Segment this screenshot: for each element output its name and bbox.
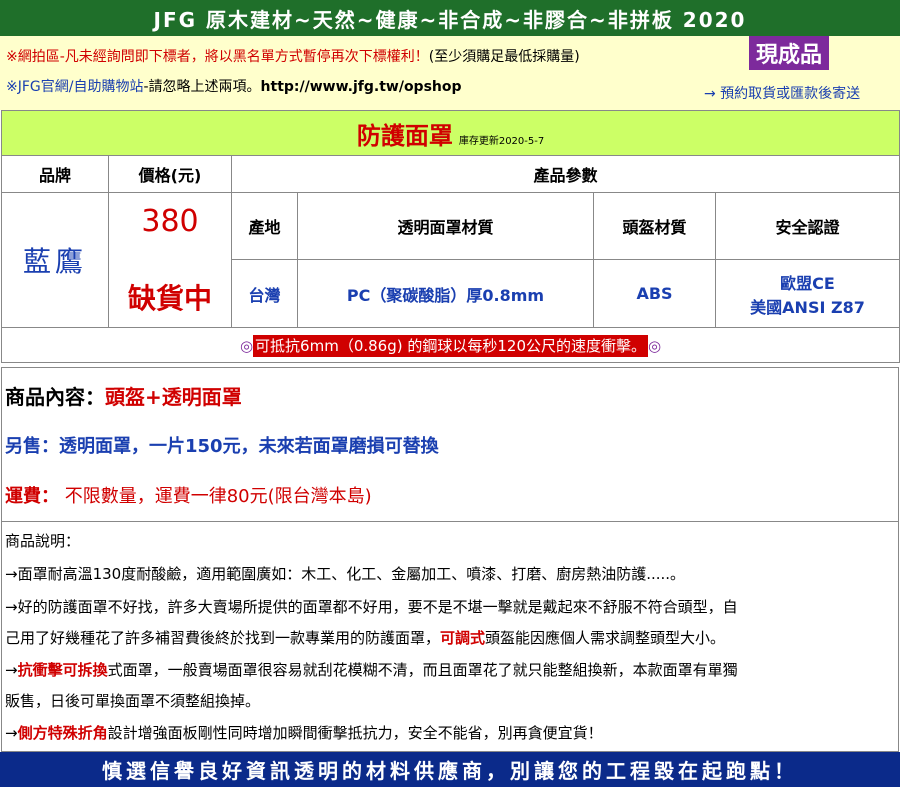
price-cell: 380 缺貨中 — [108, 192, 232, 328]
params-header: 產品參數 — [230, 155, 900, 193]
cert-eu: 歐盟CE — [780, 273, 835, 293]
out-of-stock-label: 缺貨中 — [127, 281, 212, 315]
arrow-mark: → — [5, 661, 18, 679]
description-text: 設計增強面板剛性同時增加瞬間衝擊抵抗力，安全不能省，別再貪便宜貨！ — [107, 724, 603, 742]
brand-name: 藍鷹 — [22, 245, 87, 278]
notice-panel: ※網拍區-凡未經詢問即下標者，將以黑名單方式暫停再次下標權利！(至少須購足最低採… — [0, 36, 900, 110]
blacklist-warning: 網拍區-凡未經詢問即下標者，將以黑名單方式暫停再次下標權利！ — [17, 49, 429, 65]
in-stock-badge: 現成品 — [749, 36, 829, 70]
helmet-material-value: ABS — [593, 259, 716, 328]
shield-material-header: 透明面罩材質 — [297, 192, 594, 260]
cert-us: 美國ANSI Z87 — [750, 297, 865, 317]
description-line: →好的防護面罩不好找，許多大賣場所提供的面罩都不好用，要不是不堪一擊就是戴起來不… — [5, 598, 738, 616]
ignore-note: -請忽略上述兩項。 — [143, 79, 261, 95]
origin-value: 台灣 — [231, 259, 298, 328]
description-line: →側方特殊折角設計增強面板剛性同時增加瞬間衝擊抵抗力，安全不能省，別再貪便宜貨！ — [5, 722, 603, 743]
notice-line-1: ※網拍區-凡未經詢問即下標者，將以黑名單方式暫停再次下標權利！(至少須購足最低採… — [6, 46, 580, 66]
description-line: 販售，日後可單換面罩不須整組換掉。 — [5, 692, 261, 710]
impact-rating-cell: ◎ 可抵抗6mm（0.86g) 的鋼球以每秒120公尺的速度衝擊。 ◎ — [0, 327, 900, 363]
adjustable-highlight: 可調式 — [440, 629, 486, 647]
brand-header: 品牌 — [1, 155, 109, 193]
stock-update-date: 庫存更新2020-5-7 — [458, 135, 545, 147]
package-contents-panel: 商品內容：頭盔+透明面罩 另售：透明面罩，一片150元，未來若面罩磨損可替換 運… — [1, 367, 899, 522]
minimum-purchase-note: (至少須購足最低採購量) — [428, 49, 580, 65]
notice-line-2: ※JFG官網/自助購物站-請忽略上述兩項。http://www.jfg.tw/o… — [6, 76, 462, 96]
product-title: 防護面罩 — [356, 121, 453, 150]
contents-line: 商品內容：頭盔+透明面罩 — [5, 381, 242, 410]
shipping-note: → 預約取貨或匯款後寄送 — [704, 86, 861, 102]
side-angle-highlight: 側方特殊折角 — [17, 724, 108, 742]
banner-text: JFG 原木建材~天然~健康~非合成~非膠合~非拼板 2020 — [153, 7, 747, 32]
helmet-material-header: 頭盔材質 — [593, 192, 716, 260]
description-line: →面罩耐高溫130度耐酸鹼，適用範圍廣如：木工、化工、金屬加工、噴漆、打磨、廚房… — [5, 565, 686, 583]
impact-rating-text: 可抵抗6mm（0.86g) 的鋼球以每秒120公尺的速度衝擊。 — [253, 334, 648, 357]
shop-url[interactable]: http://www.jfg.tw/opshop — [261, 79, 462, 95]
impact-mark-right: ◎ — [648, 336, 662, 355]
origin-header: 產地 — [231, 192, 298, 260]
notice-marker: ※ — [6, 79, 18, 95]
description-line: 己用了好幾種花了許多補習費後終於找到一款專業用的防護面罩，可調式頭盔能因應個人需… — [5, 627, 725, 648]
product-title-cell: 防護面罩 庫存更新2020-5-7 — [0, 110, 900, 156]
contents-value: 頭盔+透明面罩 — [105, 385, 242, 409]
replaceable-highlight: 抗衝擊可拆換 — [17, 661, 108, 679]
extra-sale-line: 另售：透明面罩，一片150元，未來若面罩磨損可替換 — [5, 436, 439, 457]
certification-value: 歐盟CE 美國ANSI Z87 — [714, 259, 900, 328]
product-spec-table: 防護面罩 庫存更新2020-5-7 品牌 價格(元) 產品參數 藍鷹 380 缺貨… — [0, 110, 900, 363]
site-banner: JFG 原木建材~天然~健康~非合成~非膠合~非拼板 2020 — [0, 0, 900, 36]
impact-mark-left: ◎ — [239, 336, 254, 355]
description-line: →抗衝擊可拆換式面罩，一般賣場面罩很容易就刮花模糊不清，而且面罩花了就只能整組換… — [5, 659, 738, 680]
description-text: 頭盔能因應個人需求調整頭型大小。 — [485, 629, 726, 647]
price-header: 價格(元) — [108, 155, 232, 193]
shipping-line: 運費： 不限數量，運費一律80元(限台灣本島) — [5, 482, 372, 508]
arrow-mark: → — [5, 724, 18, 742]
brand-cell: 藍鷹 — [1, 192, 109, 328]
shipping-label: 運費： — [5, 486, 59, 507]
official-shop-link[interactable]: JFG官網/自助購物站 — [18, 79, 144, 95]
shield-material-value: PC（聚碳酸脂）厚0.8mm — [297, 259, 594, 328]
contents-label: 商品內容： — [5, 385, 105, 409]
description-text: 己用了好幾種花了許多補習費後終於找到一款專業用的防護面罩， — [5, 629, 441, 647]
price-value: 380 — [141, 203, 199, 239]
shipping-value: 不限數量，運費一律80元(限台灣本島) — [59, 486, 372, 507]
description-text: 式面罩，一般賣場面罩很容易就刮花模糊不清，而且面罩花了就只能整組換新，本款面罩有… — [107, 661, 738, 679]
footer-slogan: 慎選信譽良好資訊透明的材料供應商，別讓您的工程毀在起跑點！ — [102, 759, 798, 783]
product-description: 商品說明： →面罩耐高溫130度耐酸鹼，適用範圍廣如：木工、化工、金屬加工、噴漆… — [1, 521, 899, 752]
notice-marker: ※ — [6, 49, 18, 65]
certification-header: 安全認證 — [714, 192, 900, 260]
description-heading: 商品說明： — [5, 532, 81, 550]
footer-slogan-bar: 慎選信譽良好資訊透明的材料供應商，別讓您的工程毀在起跑點！ — [0, 752, 900, 787]
